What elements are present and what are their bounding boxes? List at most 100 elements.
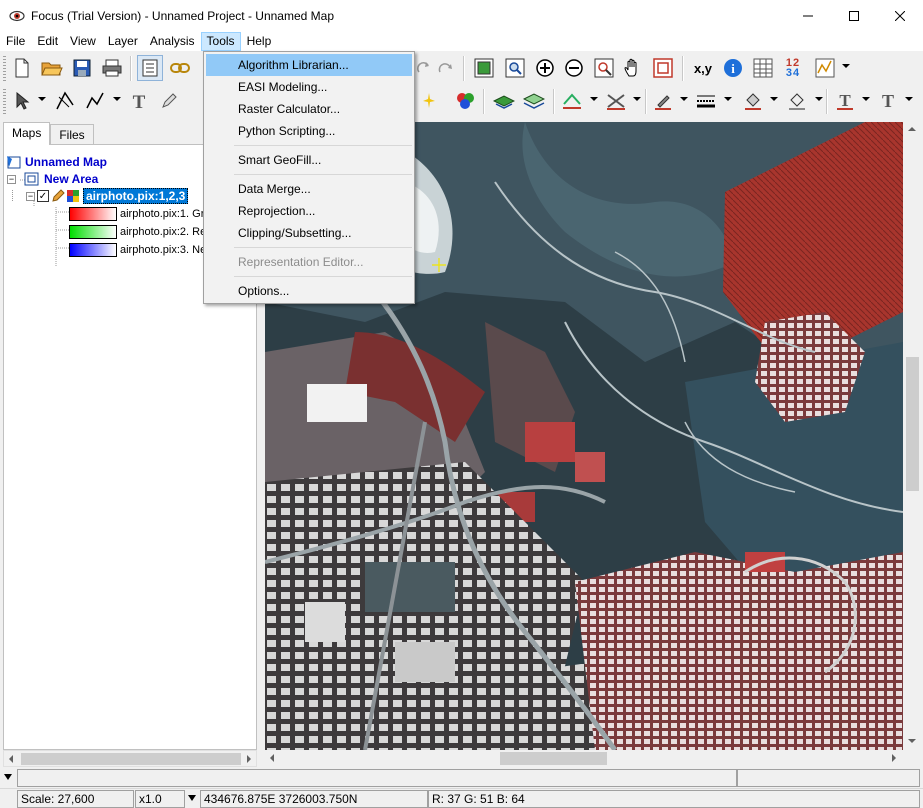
menu-item-algorithm-librarian[interactable]: Algorithm Librarian... xyxy=(206,54,412,76)
menu-item-raster-calculator[interactable]: Raster Calculator... xyxy=(206,98,412,120)
scroll-left-arrow-icon[interactable] xyxy=(270,754,274,762)
menu-item-python-scripting[interactable]: Python Scripting... xyxy=(206,120,412,142)
zoom-window-icon xyxy=(505,58,525,78)
scroll-down-arrow-icon[interactable] xyxy=(908,739,916,743)
printer-icon xyxy=(102,59,122,77)
scroll-right-arrow-icon[interactable] xyxy=(892,754,896,762)
coordinate-dropdown-icon[interactable] xyxy=(188,795,196,801)
zoom-layer-button[interactable] xyxy=(591,55,617,81)
info-button[interactable]: i xyxy=(720,55,746,81)
maximize-button[interactable] xyxy=(831,0,877,32)
outline-color-dropdown-icon[interactable] xyxy=(815,97,823,101)
tree-item-area[interactable]: − New Area xyxy=(7,171,98,187)
fill-color-button[interactable] xyxy=(740,88,766,114)
histogram-dropdown-icon[interactable] xyxy=(842,64,850,68)
map-horizontal-scrollbar[interactable] xyxy=(265,750,903,767)
menu-item-data-merge[interactable]: Data Merge... xyxy=(206,178,412,200)
text-style-dropdown-icon[interactable] xyxy=(905,97,913,101)
properties-button[interactable] xyxy=(137,55,163,81)
text-tool-button[interactable]: T xyxy=(126,88,152,114)
close-button[interactable] xyxy=(877,0,923,32)
horizontal-scrollbar-thumb[interactable] xyxy=(500,752,607,765)
rgb-button[interactable] xyxy=(452,88,478,114)
tree-item-band-2[interactable]: airphoto.pix:2. Re xyxy=(69,224,206,240)
zoom-out-button[interactable] xyxy=(561,55,587,81)
menu-item-easi-modeling[interactable]: EASI Modeling... xyxy=(206,76,412,98)
scroll-right-arrow-icon[interactable] xyxy=(247,755,251,763)
toolbar-grip[interactable] xyxy=(3,89,6,114)
collapse-toggle[interactable]: − xyxy=(26,191,35,201)
scale-field[interactable]: Scale: 27,600 xyxy=(17,790,134,808)
menu-analysis[interactable]: Analysis xyxy=(144,32,201,51)
line-dropdown-icon[interactable] xyxy=(633,97,641,101)
line-style-button[interactable] xyxy=(603,88,629,114)
layer-add-button[interactable] xyxy=(491,88,517,114)
toolbar-grip[interactable] xyxy=(3,56,6,81)
new-file-button[interactable] xyxy=(9,55,35,81)
tree-item-map[interactable]: Unnamed Map xyxy=(6,154,107,170)
link-button[interactable] xyxy=(167,55,193,81)
select-arrow-button[interactable] xyxy=(9,88,35,114)
menu-tools[interactable]: Tools xyxy=(200,32,241,51)
color-picker-button[interactable] xyxy=(416,88,442,114)
scrollbar-thumb[interactable] xyxy=(21,753,241,765)
line-width-dropdown-icon[interactable] xyxy=(724,97,732,101)
text-style-button[interactable]: T xyxy=(875,88,901,114)
fill-dropdown-icon[interactable] xyxy=(590,97,598,101)
zoom-extent-button[interactable] xyxy=(471,55,497,81)
menu-layer[interactable]: Layer xyxy=(102,32,144,51)
layer-stack-button[interactable] xyxy=(521,88,547,114)
menu-item-smart-geofill[interactable]: Smart GeoFill... xyxy=(206,149,412,171)
print-button[interactable] xyxy=(99,55,125,81)
pen-color-button[interactable] xyxy=(650,88,676,114)
map-vertical-scrollbar[interactable] xyxy=(904,122,921,750)
zoom-field[interactable]: x1.0 xyxy=(135,790,185,808)
attribute-table-button[interactable] xyxy=(750,55,776,81)
tree-item-layer[interactable]: − ✓ airphoto.pix:1,2,3 xyxy=(26,188,189,204)
line-width-button[interactable] xyxy=(693,88,719,114)
redo-step-button[interactable] xyxy=(433,55,459,81)
tab-files[interactable]: Files xyxy=(50,124,94,145)
coordinates-button[interactable]: x,y xyxy=(690,55,716,81)
text-color-dropdown-icon[interactable] xyxy=(862,97,870,101)
fill-color-dropdown-icon[interactable] xyxy=(770,97,778,101)
menu-view[interactable]: View xyxy=(64,32,102,51)
zoom-in-icon xyxy=(536,59,554,77)
line-width-icon xyxy=(697,95,715,108)
polyline-button[interactable] xyxy=(82,88,108,114)
minimize-button[interactable] xyxy=(785,0,831,32)
text-color-button[interactable]: T xyxy=(832,88,858,114)
collapse-toggle[interactable]: − xyxy=(7,174,16,184)
menu-item-clipping-subsetting[interactable]: Clipping/Subsetting... xyxy=(206,222,412,244)
layer-visibility-checkbox[interactable]: ✓ xyxy=(37,190,49,202)
tree-item-band-1[interactable]: airphoto.pix:1. Gre xyxy=(69,206,211,222)
tree-item-band-3[interactable]: airphoto.pix:3. Ne xyxy=(69,242,206,258)
polyline-dropdown-icon[interactable] xyxy=(113,97,121,101)
zoom-in-button[interactable] xyxy=(532,55,558,81)
panel-horizontal-scrollbar[interactable] xyxy=(3,750,257,767)
scroll-left-arrow-icon[interactable] xyxy=(9,755,13,763)
expand-down-arrow-icon[interactable] xyxy=(4,774,12,780)
menu-item-options[interactable]: Options... xyxy=(206,280,412,302)
pen-color-dropdown-icon[interactable] xyxy=(680,97,688,101)
histogram-button[interactable] xyxy=(812,55,838,81)
window-title: Focus (Trial Version) - Unnamed Project … xyxy=(31,9,334,23)
fill-style-button[interactable] xyxy=(559,88,585,114)
pan-button[interactable] xyxy=(620,55,646,81)
select-dropdown-icon[interactable] xyxy=(38,97,46,101)
open-folder-button[interactable] xyxy=(39,55,65,81)
tab-maps[interactable]: Maps xyxy=(3,122,51,145)
numbering-button[interactable]: 12 34 xyxy=(780,55,806,81)
symbol-button[interactable] xyxy=(156,88,182,114)
vertex-edit-button[interactable] xyxy=(52,88,78,114)
menu-help[interactable]: Help xyxy=(241,32,278,51)
menu-item-reprojection[interactable]: Reprojection... xyxy=(206,200,412,222)
menu-edit[interactable]: Edit xyxy=(31,32,64,51)
outline-color-button[interactable] xyxy=(784,88,810,114)
overview-button[interactable] xyxy=(650,55,676,81)
menu-file[interactable]: File xyxy=(0,32,31,51)
scroll-up-arrow-icon[interactable] xyxy=(908,127,916,131)
vertical-scrollbar-thumb[interactable] xyxy=(906,357,919,491)
zoom-box-button[interactable] xyxy=(502,55,528,81)
save-button[interactable] xyxy=(69,55,95,81)
